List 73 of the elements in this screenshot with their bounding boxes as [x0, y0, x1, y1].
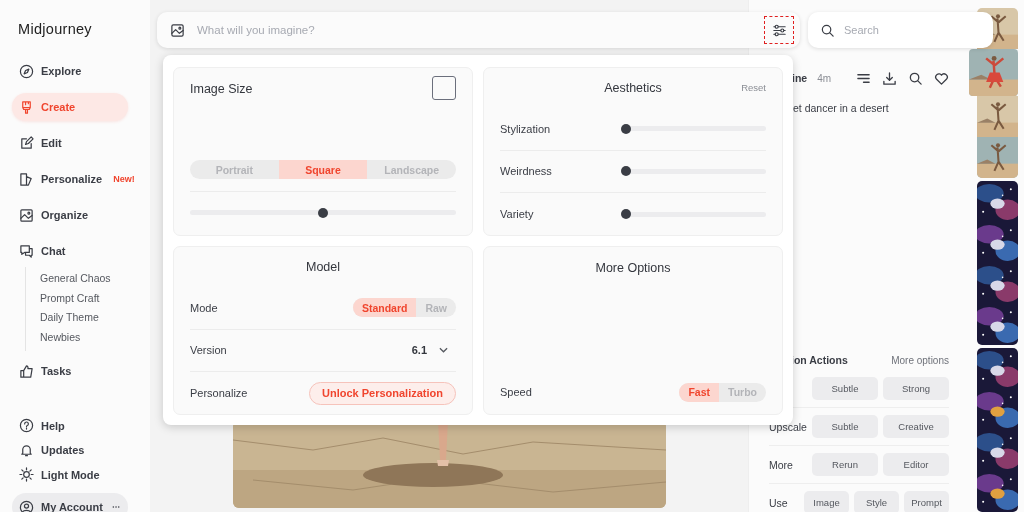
aspect-preview [432, 76, 456, 100]
version-dropdown[interactable]: 6.1 [411, 344, 456, 357]
unlock-button[interactable]: Unlock Personalization [308, 381, 456, 405]
chevron-icon [439, 347, 448, 354]
action-button[interactable]: Subtle [812, 377, 878, 400]
search-icon[interactable] [908, 70, 923, 86]
action-label: Upscale [769, 420, 808, 433]
sun-icon [19, 467, 34, 483]
footer-item[interactable]: Help [12, 413, 128, 438]
chat-icon [19, 243, 34, 259]
channel-link[interactable]: Newbies [40, 327, 150, 347]
setting-label: Speed [500, 386, 532, 398]
action-button[interactable]: Image [804, 491, 849, 512]
action-button[interactable]: Creative [883, 415, 949, 438]
card-title: Aesthetics [604, 80, 662, 95]
nav-item[interactable]: Explore [12, 57, 128, 85]
size-slider[interactable] [190, 210, 456, 215]
action-button[interactable]: Rerun [812, 453, 878, 476]
setting-label: Version [190, 344, 227, 357]
user-icon [19, 499, 34, 512]
more-options-link[interactable]: More options [891, 354, 949, 366]
action-button[interactable]: Style [854, 491, 899, 512]
edit-icon [19, 135, 34, 151]
compass-icon [19, 63, 34, 79]
action-label: Use [769, 496, 789, 509]
sliders-icon [771, 22, 787, 38]
action-button[interactable]: Subtle [812, 415, 878, 438]
setting-label: Personalize [190, 387, 248, 400]
nav-item[interactable]: Organize [12, 201, 128, 229]
footer-item[interactable]: Light Mode [12, 462, 128, 487]
prompt-text: et dancer in a desert [792, 102, 890, 114]
action-button[interactable]: Prompt [904, 491, 949, 512]
slider[interactable] [621, 126, 766, 132]
settings-button[interactable] [764, 16, 794, 44]
channel-link[interactable]: Daily Theme [40, 308, 150, 328]
timestamp: 4m [817, 72, 832, 84]
search-input[interactable]: Search [842, 23, 981, 37]
reset-link[interactable]: Reset [741, 82, 766, 94]
nav-item[interactable]: Personalize New! [12, 165, 143, 193]
brush-icon [19, 99, 34, 115]
card-title: More Options [595, 261, 671, 275]
prompt-field[interactable]: What will you imagine? [157, 12, 800, 48]
help-icon [19, 418, 34, 434]
image-icon[interactable] [170, 22, 185, 38]
new-label: New! [113, 174, 135, 184]
action-label: More [769, 458, 794, 471]
search-field[interactable]: Search [808, 12, 993, 48]
more-icon [111, 505, 120, 509]
download-icon[interactable] [882, 70, 897, 86]
card-title: Image Size [190, 82, 253, 96]
slider[interactable] [621, 211, 766, 217]
slider-label: Stylization [500, 122, 551, 135]
channel-link[interactable]: Prompt Craft [40, 288, 150, 308]
nav-item[interactable]: Edit [12, 129, 128, 157]
card-title: Model [305, 259, 340, 274]
channel-link[interactable]: General Chaos [40, 269, 150, 289]
author-name: ine [792, 72, 808, 84]
action-button[interactable]: Editor [883, 453, 949, 476]
slider-label: Variety [500, 208, 534, 221]
prompt-input[interactable]: What will you imagine? [195, 23, 754, 37]
nav-item[interactable]: Tasks [12, 357, 128, 385]
setting-label: Mode [190, 301, 218, 314]
search-icon [820, 22, 835, 38]
frame-icon [19, 207, 34, 223]
logo: Midjourney [18, 21, 93, 37]
slider-label: Weirdness [500, 165, 552, 178]
thumb-icon [19, 363, 34, 379]
nav-item[interactable]: Chat [12, 237, 128, 265]
slider[interactable] [621, 168, 766, 174]
footer-item[interactable]: Updates [12, 438, 128, 463]
bell-icon [19, 442, 34, 458]
action-button[interactable]: Strong [883, 377, 949, 400]
heart-icon[interactable] [934, 70, 949, 86]
